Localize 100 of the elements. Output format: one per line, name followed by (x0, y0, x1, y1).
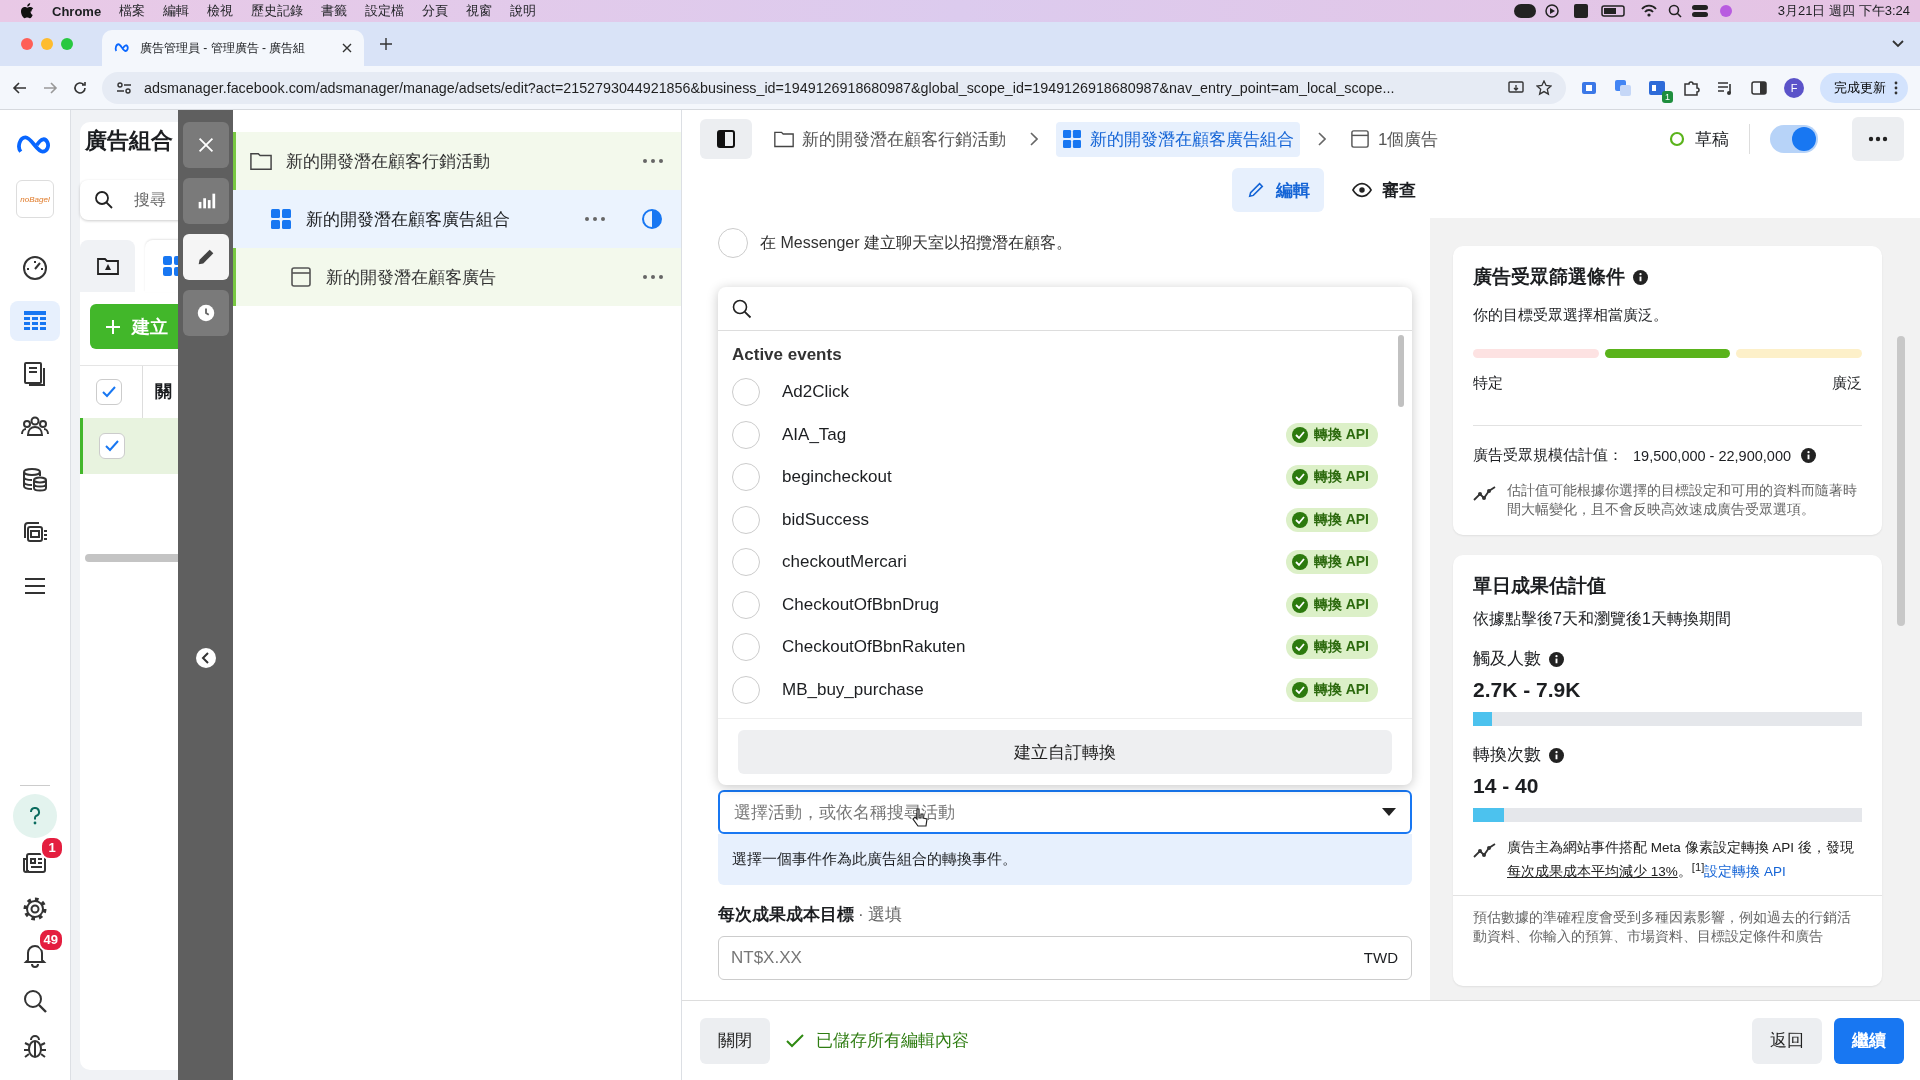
chart-button[interactable] (182, 178, 229, 224)
radio-button[interactable] (718, 228, 748, 258)
menu-item[interactable]: 書籤 (321, 2, 348, 20)
save-status: 已儲存所有編輯內容 (816, 1030, 969, 1052)
close-button[interactable]: 關閉 (700, 1017, 770, 1064)
breadcrumb[interactable]: 新的開發潛在顧客廣告組合 (1056, 121, 1300, 157)
event-option[interactable]: MB_buy_purchase 轉換 API (732, 668, 1382, 711)
meter-label: 特定 (1473, 374, 1503, 393)
info-icon[interactable] (1549, 747, 1564, 763)
radio-button[interactable] (732, 420, 760, 449)
event-option[interactable]: CheckoutOfBbnRakuten 轉換 API (732, 626, 1382, 669)
close-icon[interactable] (342, 43, 352, 53)
currency-label: TWD (1363, 949, 1398, 966)
app-menu[interactable]: Chrome (52, 3, 102, 19)
search-icon[interactable] (21, 987, 49, 1015)
search-field[interactable]: 搜尋 (80, 180, 178, 220)
event-option[interactable]: checkoutMercari 轉換 API (732, 541, 1382, 584)
radio-button[interactable] (732, 548, 760, 577)
breadcrumb[interactable]: 1個廣告 (1344, 121, 1445, 157)
install-icon[interactable] (1508, 79, 1524, 96)
info-icon[interactable] (1549, 651, 1564, 667)
tree-item[interactable]: 新的開發潛在顧客廣告 (233, 248, 681, 306)
site-settings-icon[interactable] (116, 79, 132, 96)
menu-item[interactable]: 檔案 (119, 2, 146, 20)
collapse-icon[interactable] (195, 648, 216, 668)
menu-item[interactable]: 編輯 (163, 2, 190, 20)
radio-button[interactable] (732, 378, 760, 407)
event-option[interactable]: CheckoutOfBbnDrug 轉換 API (732, 583, 1382, 626)
edit-button[interactable] (182, 234, 229, 280)
api-badge: 轉換 API (1285, 550, 1378, 575)
back-button[interactable]: 返回 (1752, 1017, 1822, 1064)
breadcrumb[interactable]: 新的開發潛在顧客行銷活動 (768, 121, 1012, 157)
clock: 3月21日 週四 下午3:24 (1777, 2, 1910, 20)
side-panel-icon[interactable] (1750, 78, 1768, 97)
statistic-link[interactable]: 每次成果成本平均減少 13% (1507, 863, 1678, 879)
folder-tab[interactable] (80, 240, 135, 292)
bookmark-star-icon[interactable] (1536, 79, 1552, 96)
menu-item[interactable]: 歷史記錄 (251, 2, 304, 20)
apple-icon[interactable] (20, 3, 34, 19)
review-tab[interactable]: 審查 (1338, 168, 1430, 212)
radio-button[interactable] (732, 633, 760, 662)
extension-icon[interactable] (1648, 78, 1666, 97)
event-option[interactable]: begincheckout 轉換 API (732, 456, 1382, 499)
api-badge: 轉換 API (1285, 592, 1378, 617)
search-icon (94, 190, 114, 210)
radio-button[interactable] (732, 463, 760, 492)
forward-icon[interactable] (42, 79, 58, 96)
radio-button[interactable] (732, 590, 760, 619)
info-icon[interactable] (1801, 448, 1817, 463)
more-icon[interactable] (1852, 117, 1904, 161)
event-option[interactable]: bidSuccess 轉換 API (732, 498, 1382, 541)
menu-item[interactable]: 說明 (510, 2, 537, 20)
setup-api-link[interactable]: 設定轉換 API (1704, 863, 1786, 879)
menu-item[interactable]: 視窗 (466, 2, 493, 20)
puzzle-icon[interactable] (1682, 78, 1700, 97)
menu-item[interactable]: 分頁 (422, 2, 449, 20)
ad-icon (1350, 130, 1370, 148)
continue-button[interactable]: 繼續 (1834, 1017, 1904, 1064)
more-icon (1894, 80, 1898, 95)
chevron-down-icon[interactable] (1892, 40, 1904, 48)
back-icon[interactable] (12, 79, 28, 96)
settings-icon[interactable] (21, 895, 49, 923)
menu-item[interactable]: 設定檔 (365, 2, 405, 20)
event-option[interactable]: AIA_Tag 轉換 API (732, 413, 1382, 456)
notification-badge: 1 (40, 836, 64, 860)
update-button[interactable]: 完成更新 (1820, 72, 1908, 103)
edit-tab[interactable]: 編輯 (1232, 168, 1324, 212)
more-icon[interactable] (643, 275, 663, 279)
close-button[interactable] (182, 122, 229, 168)
create-custom-conversion-button[interactable]: 建立自訂轉換 (738, 730, 1392, 774)
address-bar[interactable]: adsmanager.facebook.com/adsmanager/manage/adsets/edit?act=2152793044921856&business_id=1949126918680987&global_scope_id=1949126918680987&nav_entry_point=am_local_scope... (102, 71, 1566, 104)
translate-icon[interactable] (1614, 78, 1632, 97)
more-icon[interactable] (585, 217, 605, 221)
toggle-switch[interactable] (1770, 125, 1818, 153)
chevron-right-icon (1318, 132, 1326, 146)
sidebar-toggle-icon[interactable] (700, 119, 752, 159)
folder-icon (774, 130, 794, 148)
history-button[interactable] (182, 290, 229, 336)
new-tab-icon[interactable] (380, 38, 392, 50)
radio-button[interactable] (732, 505, 760, 534)
tree-item[interactable]: 新的開發潛在顧客行銷活動 (233, 132, 681, 190)
menu-item[interactable]: 檢視 (207, 2, 234, 20)
checkbox[interactable] (96, 379, 122, 405)
field-label: 每次成果成本目標 (718, 905, 854, 924)
radio-button[interactable] (732, 675, 760, 704)
ad-icon (290, 267, 312, 287)
checkbox[interactable] (99, 433, 125, 459)
info-icon[interactable] (1633, 269, 1648, 285)
profile-avatar[interactable]: F (1784, 77, 1804, 98)
card-subtitle: 依據點擊後7天和瀏覽後1天轉換期間 (1473, 609, 1732, 629)
browser-tab[interactable]: 廣告管理員 - 管理廣告 - 廣告組 (102, 30, 364, 66)
more-icon[interactable] (643, 159, 663, 163)
estimate-note: 估計值可能根據你選擇的目標設定和可用的資料而隨著時間大幅變化，且不會反映高效速成廣告受眾選項。 (1507, 482, 1858, 519)
event-option[interactable]: Ad2Click (732, 371, 1382, 414)
panel-title: 廣告組合 (85, 127, 173, 155)
billing-icon (21, 466, 49, 494)
reload-icon[interactable] (72, 79, 88, 96)
bug-icon[interactable] (21, 1033, 49, 1061)
tree-item[interactable]: 新的開發潛在顧客廣告組合 (233, 190, 681, 248)
status-label: 草稿 (1695, 128, 1729, 151)
